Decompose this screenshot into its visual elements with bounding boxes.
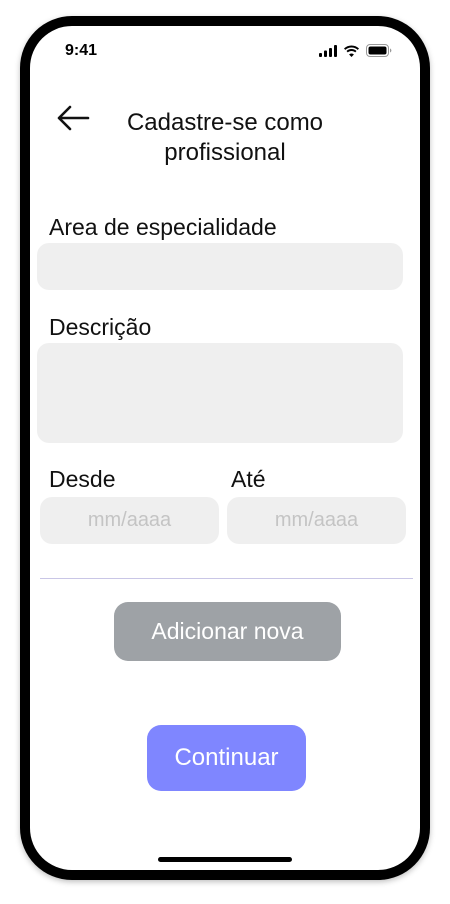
phone-frame: 9:41 Cadastre-se como profissional Area …	[20, 16, 430, 880]
arrow-left-icon	[57, 105, 90, 131]
cellular-signal-icon	[319, 44, 337, 57]
from-label: Desde	[49, 466, 116, 492]
status-time: 9:41	[65, 42, 98, 59]
battery-icon	[366, 44, 392, 57]
page-title: Cadastre-se como profissional	[126, 109, 324, 166]
add-new-button[interactable]: Adicionar nova	[114, 602, 341, 661]
status-bar: 9:41	[30, 26, 420, 76]
description-textarea[interactable]	[37, 343, 403, 443]
to-label: Até	[231, 466, 266, 492]
status-icons	[319, 44, 393, 57]
home-indicator	[158, 857, 292, 862]
description-label: Descrição	[49, 314, 152, 340]
app-screen: 9:41 Cadastre-se como profissional Area …	[30, 26, 420, 870]
section-divider	[40, 578, 413, 579]
from-date-input[interactable]	[40, 497, 219, 544]
specialty-label: Area de especialidade	[49, 214, 277, 240]
specialty-input[interactable]	[37, 243, 403, 290]
to-date-input[interactable]	[227, 497, 406, 544]
wifi-icon	[344, 45, 359, 57]
back-button[interactable]	[55, 104, 91, 132]
continue-button[interactable]: Continuar	[147, 725, 306, 791]
